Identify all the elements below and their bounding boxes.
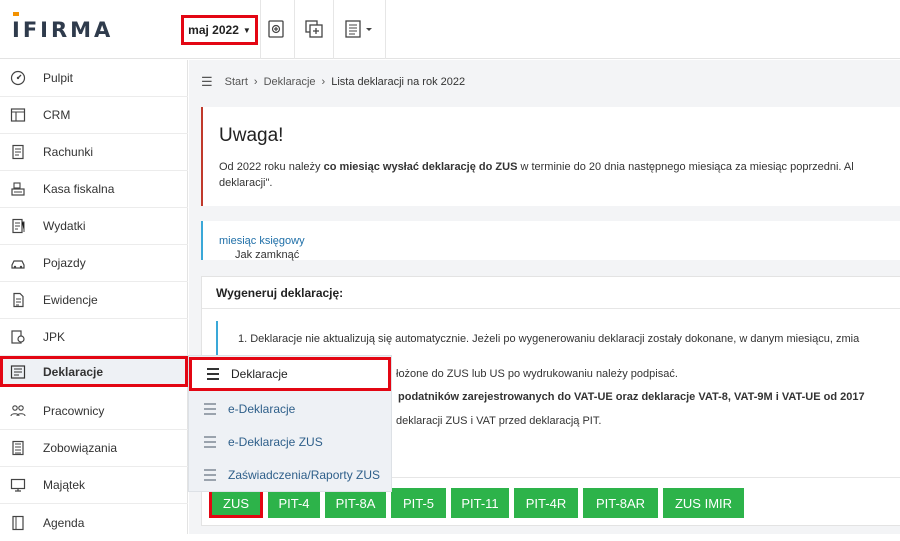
sidebar-item-crm[interactable]: CRM	[0, 97, 188, 134]
sidebar-item-zobowiazania[interactable]: Zobowiązania	[0, 430, 188, 467]
month-selector[interactable]: maj 2022 ▼	[181, 15, 258, 45]
list-icon	[204, 402, 216, 415]
month-label: maj 2022	[188, 23, 239, 37]
sidebar-item-label: Kasa fiskalna	[43, 182, 115, 196]
note-line: podatników zarejestrowanych do VAT-UE or…	[398, 391, 865, 403]
sidebar-item-label: CRM	[43, 108, 71, 122]
submenu-item-e-deklaracje-zus[interactable]: e-Deklaracje ZUS	[189, 425, 391, 458]
top-bar: IFIRMA maj 2022 ▼	[0, 0, 900, 59]
sidebar-item-label: Pojazdy	[43, 256, 86, 270]
toolbar-divider	[333, 0, 334, 59]
toolbar-divider	[260, 0, 261, 59]
submenu-item-label: e-Deklaracje ZUS	[228, 434, 323, 449]
sidebar: Pulpit CRM Rachunki Kasa fiskalna Wydatk…	[0, 60, 188, 534]
info-box: Jak zamknąć miesiąc księgowy	[201, 221, 900, 261]
declarations-submenu: Deklaracje e-Deklaracje e-Deklaracje ZUS…	[188, 355, 392, 492]
sidebar-item-label: JPK	[43, 330, 66, 344]
alert-title: Uwaga!	[219, 125, 284, 146]
panel-title: Wygeneruj deklarację:	[202, 277, 900, 309]
breadcrumb-link-deklaracje[interactable]: Deklaracje	[264, 76, 316, 88]
alert-text: Od 2022 roku należy co miesiąc wysłać de…	[219, 161, 854, 189]
note-line: deklaracji ZUS i VAT przed deklaracją PI…	[396, 415, 602, 427]
zus-button[interactable]: ZUS	[209, 488, 263, 518]
document-list-menu-icon[interactable]	[343, 18, 375, 40]
breadcrumb: ☰ Start › Deklaracje › Lista deklaracji …	[201, 74, 465, 90]
assets-icon	[9, 476, 27, 494]
info-text: Jak zamknąć miesiąc księgowy	[219, 235, 305, 261]
pit-11-button[interactable]: PIT-11	[451, 488, 509, 518]
employees-icon	[9, 402, 27, 420]
crm-icon	[9, 106, 27, 124]
jpk-icon	[9, 328, 27, 346]
breadcrumb-link-start[interactable]: Start	[225, 76, 248, 88]
sidebar-item-pulpit[interactable]: Pulpit	[0, 60, 188, 97]
sidebar-item-pojazdy[interactable]: Pojazdy	[0, 245, 188, 282]
sidebar-item-kasa-fiskalna[interactable]: Kasa fiskalna	[0, 171, 188, 208]
liabilities-icon	[9, 439, 27, 457]
pit-8a-button[interactable]: PIT-8A	[325, 488, 386, 518]
sidebar-item-ewidencje[interactable]: Ewidencje	[0, 282, 188, 319]
closing-month-link[interactable]: miesiąc księgowy	[219, 235, 305, 247]
note-line: łożone do ZUS lub US po wydrukowaniu nal…	[396, 368, 678, 380]
sidebar-item-label: Rachunki	[43, 145, 94, 159]
expenses-icon	[9, 217, 27, 235]
submenu-item-deklaracje[interactable]: Deklaracje	[189, 357, 391, 391]
sidebar-item-rachunki[interactable]: Rachunki	[0, 134, 188, 171]
list-icon	[204, 435, 216, 448]
toolbar-divider	[294, 0, 295, 59]
pit-8ar-button[interactable]: PIT-8AR	[583, 488, 658, 518]
hamburger-menu-icon[interactable]: ☰	[201, 74, 213, 90]
declarations-icon	[9, 363, 27, 381]
sidebar-item-jpk[interactable]: JPK	[0, 319, 188, 356]
breadcrumb-separator-icon: ›	[321, 76, 326, 88]
cash-register-icon	[9, 180, 27, 198]
submenu-item-label: Zaświadczenia/Raporty ZUS	[228, 467, 381, 482]
invoice-icon	[9, 143, 27, 161]
sidebar-item-label: Agenda	[43, 515, 85, 530]
sidebar-item-pracownicy[interactable]: Pracownicy	[0, 393, 188, 430]
toolbar-divider	[385, 0, 386, 59]
document-plus-icon[interactable]	[265, 18, 287, 40]
agenda-icon	[9, 514, 27, 532]
submenu-item-zaswiadczenia-raporty-zus[interactable]: Zaświadczenia/Raporty ZUS	[189, 458, 391, 491]
sidebar-item-label: Majątek	[43, 478, 86, 492]
zus-imir-button[interactable]: ZUS IMIR	[663, 488, 744, 518]
add-copy-icon[interactable]	[303, 18, 325, 40]
records-icon	[9, 291, 27, 309]
sidebar-item-label: Ewidencje	[43, 293, 98, 307]
pit-4-button[interactable]: PIT-4	[268, 488, 320, 518]
sidebar-item-majatek[interactable]: Majątek	[0, 467, 188, 504]
dashboard-icon	[9, 69, 27, 87]
ifirma-logo[interactable]: IFIRMA	[12, 12, 113, 42]
pit-4r-button[interactable]: PIT-4R	[514, 488, 578, 518]
sidebar-item-label: Wydatki	[43, 219, 86, 233]
sidebar-item-wydatki[interactable]: Wydatki	[0, 208, 188, 245]
list-icon	[204, 468, 216, 481]
sidebar-item-deklaracje[interactable]: Deklaracje	[0, 356, 188, 387]
submenu-item-e-deklaracje[interactable]: e-Deklaracje	[189, 392, 391, 425]
note-line: 1. Deklaracje nie aktualizują się automa…	[238, 333, 860, 345]
submenu-item-label: e-Deklaracje	[228, 401, 296, 416]
sidebar-item-label: Pracownicy	[43, 404, 105, 418]
breadcrumb-current: Lista deklaracji na rok 2022	[331, 76, 466, 88]
breadcrumb-separator-icon: ›	[253, 76, 258, 88]
warning-alert: Uwaga! Od 2022 roku należy co miesiąc wy…	[201, 107, 900, 206]
submenu-item-label: Deklaracje	[231, 367, 288, 381]
sidebar-item-label: Deklaracje	[43, 364, 104, 379]
sidebar-item-agenda[interactable]: Agenda	[0, 504, 188, 541]
list-icon	[207, 368, 219, 380]
car-icon	[9, 254, 27, 272]
chevron-down-icon: ▼	[242, 25, 251, 35]
pit-5-button[interactable]: PIT-5	[391, 488, 446, 518]
sidebar-item-label: Zobowiązania	[43, 441, 118, 455]
sidebar-item-label: Pulpit	[43, 71, 74, 85]
